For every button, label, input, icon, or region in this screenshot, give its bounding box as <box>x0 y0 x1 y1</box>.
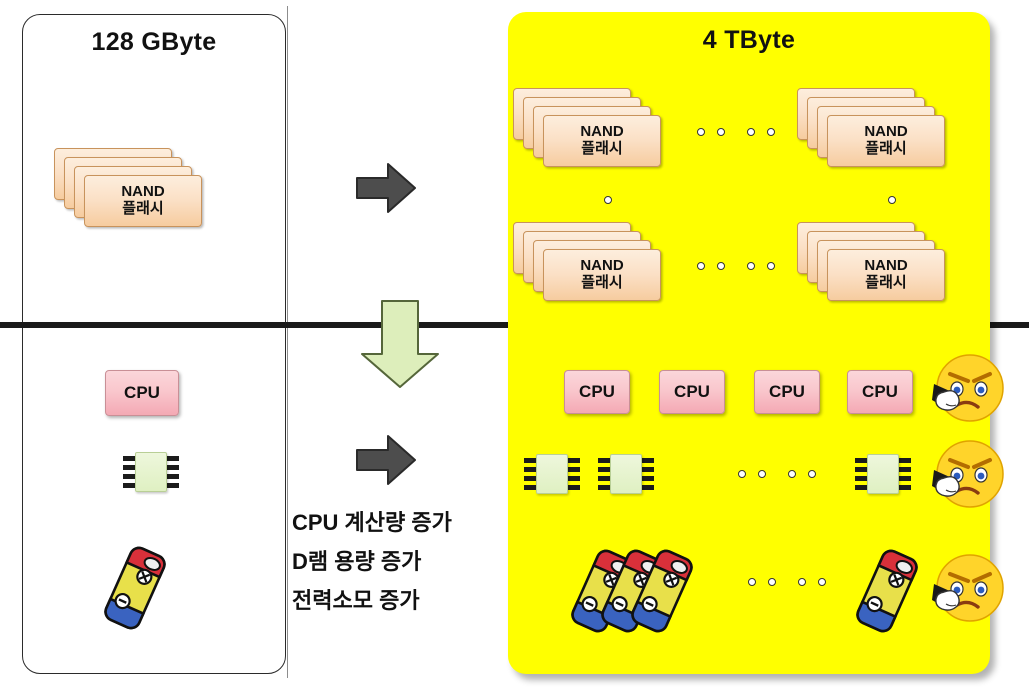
angry-thumbs-down-emoji-dram <box>930 438 1004 516</box>
note-line-3: 전력소모 증가 <box>292 588 420 613</box>
angry-thumbs-down-emoji-cpu <box>930 352 1004 430</box>
chip-pin <box>568 485 580 490</box>
dot <box>767 262 775 270</box>
dot <box>697 128 705 136</box>
chip-pin <box>167 483 179 488</box>
diagram-canvas: 128 GByte NAND 플래시 CPU CPU 계산량 증가 D램 용량 … <box>0 0 1029 691</box>
dram-chip-icon-1 <box>524 450 580 498</box>
chip-pin <box>524 476 536 481</box>
cpu-box-3: CPU <box>754 370 820 414</box>
dot <box>788 470 796 478</box>
nand-card <box>827 249 945 301</box>
dot <box>798 578 806 586</box>
nand-flash-stack-left: NAND 플래시 <box>54 148 204 234</box>
nand-card <box>84 175 202 227</box>
notes-list: CPU 계산량 증가 D램 용량 증가 전력소모 증가 <box>292 512 504 629</box>
dot <box>747 128 755 136</box>
chip-body <box>867 454 899 494</box>
chip-pin <box>855 476 867 481</box>
dot <box>748 578 756 586</box>
dot <box>717 262 725 270</box>
nand-flash-stack-bottom-left: NAND 플래시 <box>513 222 663 308</box>
dot <box>747 262 755 270</box>
ellipsis-dots-battery-row <box>748 578 826 586</box>
chip-pin <box>167 465 179 470</box>
chip-pin <box>642 458 654 463</box>
dram-chip-icon-left <box>123 448 179 496</box>
chip-pin <box>123 474 135 479</box>
chip-pin <box>568 467 580 472</box>
nand-card <box>827 115 945 167</box>
nand-flash-stack-bottom-right: NAND 플래시 <box>797 222 947 308</box>
chip-pin <box>524 458 536 463</box>
battery-icon-4 <box>855 548 919 634</box>
chip-pin <box>524 485 536 490</box>
nand-flash-stack-top-left: NAND 플래시 <box>513 88 663 174</box>
chip-pin <box>899 476 911 481</box>
nand-card <box>543 249 661 301</box>
cpu-box-left: CPU <box>105 370 179 416</box>
chip-pin <box>167 456 179 461</box>
cpu-box-4: CPU <box>847 370 913 414</box>
dot <box>767 128 775 136</box>
column-divider <box>287 6 288 678</box>
chip-pin <box>899 458 911 463</box>
chip-pin <box>642 476 654 481</box>
dot <box>717 128 725 136</box>
chip-pin <box>524 467 536 472</box>
ellipsis-dot-vertical-left <box>604 196 612 204</box>
nand-flash-stack-top-right: NAND 플래시 <box>797 88 947 174</box>
cpu-box-2: CPU <box>659 370 725 414</box>
transform-arrow-bottom-icon <box>354 432 418 488</box>
ellipsis-dots-nand-bottom <box>697 262 775 270</box>
left-panel-title: 128 GByte <box>91 28 217 56</box>
chip-pin <box>642 485 654 490</box>
chip-pin <box>855 485 867 490</box>
transform-arrow-top-icon <box>354 160 418 216</box>
chip-pin <box>598 458 610 463</box>
chip-pin <box>598 485 610 490</box>
angry-thumbs-down-emoji-power <box>930 552 1004 630</box>
chip-pin <box>568 476 580 481</box>
dram-chip-icon-3 <box>855 450 911 498</box>
battery-icon-3 <box>630 548 694 634</box>
transform-arrow-green-icon <box>357 298 443 390</box>
chip-pin <box>899 485 911 490</box>
ellipsis-dot-vertical-right <box>888 196 896 204</box>
note-line-2: D램 용량 증가 <box>292 549 422 574</box>
dot <box>768 578 776 586</box>
chip-pin <box>598 467 610 472</box>
chip-pin <box>123 465 135 470</box>
battery-icon-left <box>103 545 167 631</box>
nand-card <box>543 115 661 167</box>
chip-pin <box>899 467 911 472</box>
ellipsis-dots-chip-row <box>738 470 816 478</box>
chip-pin <box>642 467 654 472</box>
dram-chip-icon-2 <box>598 450 654 498</box>
ellipsis-dots-nand-top <box>697 128 775 136</box>
chip-body <box>610 454 642 494</box>
chip-pin <box>568 458 580 463</box>
dot <box>738 470 746 478</box>
dot <box>808 470 816 478</box>
dot <box>758 470 766 478</box>
note-line-1: CPU 계산량 증가 <box>292 510 452 535</box>
chip-pin <box>598 476 610 481</box>
chip-pin <box>123 483 135 488</box>
chip-body <box>135 452 167 492</box>
right-panel-title: 4 TByte <box>702 26 796 54</box>
chip-pin <box>855 467 867 472</box>
chip-pin <box>123 456 135 461</box>
dot <box>697 262 705 270</box>
dot <box>818 578 826 586</box>
chip-pin <box>167 474 179 479</box>
chip-pin <box>855 458 867 463</box>
cpu-box-1: CPU <box>564 370 630 414</box>
chip-body <box>536 454 568 494</box>
